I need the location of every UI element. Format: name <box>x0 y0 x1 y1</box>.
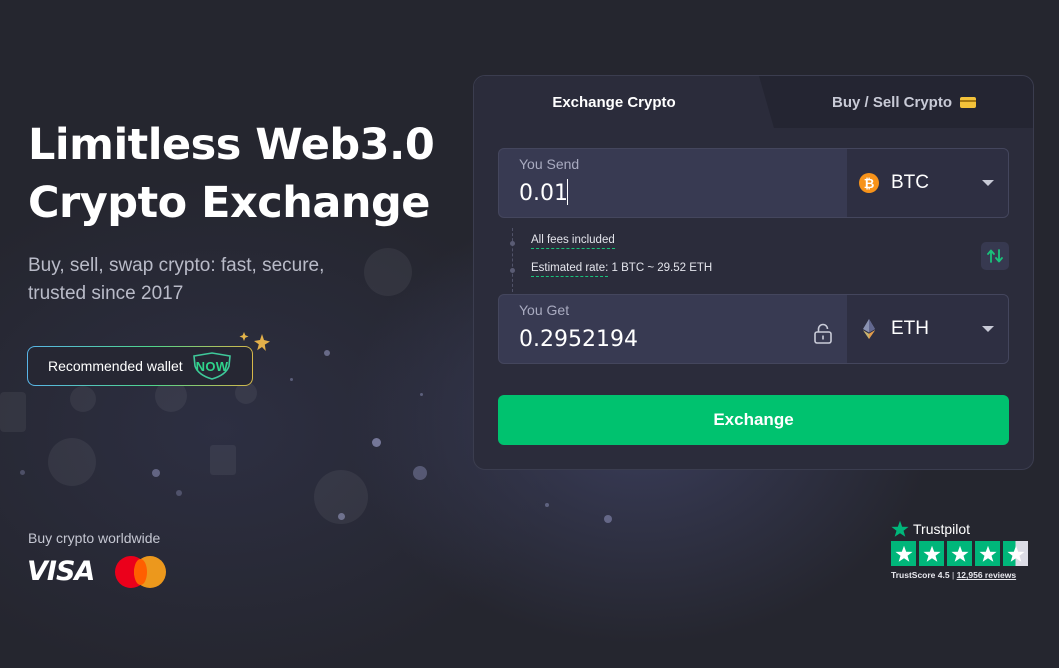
unlock-icon[interactable] <box>813 323 833 350</box>
get-currency-select[interactable]: ETH <box>847 295 1008 363</box>
estimated-rate-value: 1 BTC ~ 29.52 ETH <box>611 262 713 274</box>
get-amount-input[interactable] <box>519 323 819 355</box>
widget-tab-bar: Exchange Crypto Buy / Sell Crypto <box>474 76 1033 128</box>
hero-title-line-2: Crypto Exchange <box>28 178 430 228</box>
text-cursor <box>567 179 568 205</box>
trustscore-label: TrustScore 4.5 <box>891 570 950 580</box>
trustpilot-star-icon <box>891 520 909 537</box>
hero-title: Limitless Web3.0 Crypto Exchange <box>28 116 448 232</box>
ethereum-icon <box>863 319 875 339</box>
trustpilot-brand: Trustpilot <box>913 521 971 537</box>
send-amount-input[interactable] <box>519 177 819 209</box>
hero-subtitle: Buy, sell, swap crypto: fast, secure, tr… <box>28 252 368 308</box>
trustpilot-header: Trustpilot <box>891 520 1033 538</box>
hero-subtitle-line-2: trusted since 2017 <box>28 283 184 304</box>
trustpilot-rating-stars <box>891 541 1033 566</box>
exchange-button[interactable]: Exchange <box>498 395 1009 445</box>
send-currency-select[interactable]: ₿ BTC <box>847 149 1008 217</box>
recommended-wallet-button[interactable]: Recommended wallet NOW <box>27 346 253 386</box>
swap-currencies-button[interactable] <box>981 242 1009 270</box>
now-brand-text: NOW <box>195 359 229 374</box>
hero-subtitle-line-1: Buy, sell, swap crypto: fast, secure, <box>28 255 325 276</box>
tab-buy-sell-crypto-label: Buy / Sell Crypto <box>831 93 953 111</box>
get-field: You Get ETH <box>498 294 1009 364</box>
chevron-down-icon <box>982 180 994 186</box>
mastercard-icon <box>115 556 167 588</box>
send-field: You Send ₿ BTC <box>498 148 1009 218</box>
buy-worldwide-label: Buy crypto worldwide <box>28 530 161 546</box>
estimated-rate: Estimated rate: 1 BTC ~ 29.52 ETH <box>531 262 713 277</box>
chevron-down-icon <box>982 326 994 332</box>
trustpilot-reviews-link[interactable]: 12,956 reviews <box>957 570 1017 580</box>
rating-half-star-icon <box>1003 541 1028 566</box>
get-currency-label: ETH <box>891 318 929 339</box>
hero-title-line-1: Limitless Web3.0 <box>28 120 435 170</box>
visa-logo: VISA <box>27 556 95 587</box>
trustscore-line: TrustScore 4.5 | 12,956 reviews <box>891 570 1033 580</box>
info-dot <box>510 241 515 246</box>
trustscore-separator: | <box>951 570 955 580</box>
send-label: You Send <box>519 156 580 172</box>
estimated-rate-label[interactable]: Estimated rate: <box>531 262 609 277</box>
credit-card-icon <box>960 96 977 108</box>
send-currency-label: BTC <box>891 172 929 193</box>
tab-exchange-crypto[interactable]: Exchange Crypto <box>474 76 774 128</box>
bitcoin-icon: ₿ <box>859 173 879 193</box>
tab-exchange-crypto-label: Exchange Crypto <box>552 93 676 111</box>
rating-star-icon <box>947 541 972 566</box>
now-wallet-logo: NOW <box>191 352 233 380</box>
fees-included-link[interactable]: All fees included <box>531 234 615 249</box>
rating-star-icon <box>975 541 1000 566</box>
sparkle-stars-icon <box>239 332 270 351</box>
tab-buy-sell-crypto[interactable]: Buy / Sell Crypto <box>774 76 1033 128</box>
recommended-wallet-label: Recommended wallet <box>48 358 183 374</box>
exchange-widget: Exchange Crypto Buy / Sell Crypto You Se… <box>473 75 1034 470</box>
info-connector <box>512 228 514 292</box>
trustpilot-widget[interactable]: Trustpilot TrustScore 4.5 | 12,956 revie… <box>891 520 1033 580</box>
swap-arrows-icon <box>987 249 1003 263</box>
rating-star-icon <box>891 541 916 566</box>
get-label: You Get <box>519 302 570 318</box>
rating-star-icon <box>919 541 944 566</box>
info-dot <box>510 268 515 273</box>
